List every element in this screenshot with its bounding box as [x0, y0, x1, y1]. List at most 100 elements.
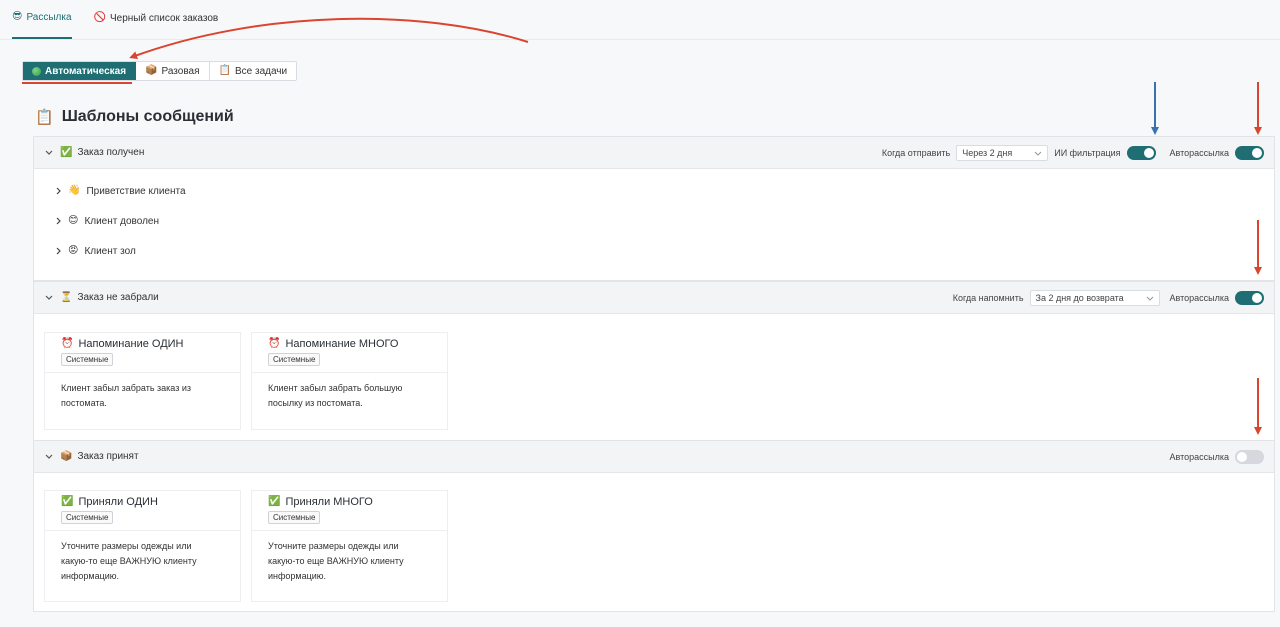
when-label: Когда отправить — [881, 148, 951, 158]
angry-face-icon: 😡 — [68, 245, 79, 256]
section-title-text: Заказ получен — [77, 147, 145, 158]
chevron-right-icon — [56, 247, 61, 255]
card-body-line: посылку из постомата. — [268, 398, 363, 408]
autosend-toggle[interactable] — [1235, 450, 1264, 464]
page-title-text: Шаблоны сообщений — [61, 108, 234, 125]
card-title: ⏰ Напоминание ОДИН — [45, 333, 240, 351]
autosend-toggle[interactable] — [1235, 291, 1264, 305]
card-title: ✅ Приняли МНОГО — [252, 491, 447, 509]
card-body-line: постомата. — [61, 398, 107, 408]
section-header[interactable]: ⏳ Заказ не забрали Когда напомнить За 2 … — [34, 282, 1274, 314]
clipboard-icon: 📋 — [218, 65, 231, 76]
section-controls: Когда отправить Через 2 дня ИИ фильтраци… — [882, 137, 1264, 169]
subitem-label: Клиент зол — [84, 245, 136, 257]
subitem-angry[interactable]: 😡 Клиент зол — [34, 236, 1274, 266]
chevron-down-icon[interactable] — [44, 293, 54, 303]
autosend-label: Авторассылка — [1169, 452, 1229, 462]
alarm-clock-icon: ⏰ — [61, 337, 74, 349]
tab-mailing[interactable]: 😎 Рассылка — [12, 0, 72, 39]
section-controls: Авторассылка — [1170, 441, 1264, 473]
subitem-label: Клиент доволен — [84, 215, 159, 227]
mode-segmented-control: Автоматическая 📦 Разовая 📋 Все задачи — [22, 61, 298, 81]
card-title-text: Приняли ОДИН — [78, 495, 158, 508]
tab-label: Рассылка — [26, 11, 72, 23]
chevron-down-icon — [1034, 151, 1042, 156]
active-segment-underline — [22, 82, 132, 84]
section-controls: Когда напомнить За 2 дня до возврата Авт… — [953, 282, 1264, 314]
card-title: ✅ Приняли ОДИН — [45, 491, 240, 509]
autosend-label: Авторассылка — [1169, 148, 1229, 158]
page-title: 📋 Шаблоны сообщений — [35, 108, 234, 126]
chevron-down-icon — [1146, 296, 1153, 301]
card-title-text: Напоминание МНОГО — [285, 337, 399, 350]
package-icon: 📦 — [60, 450, 73, 462]
send-delay-select[interactable]: Через 2 дня — [956, 145, 1049, 161]
system-badge: Системные — [268, 353, 321, 366]
subitem-greeting[interactable]: 👋 Приветствие клиента — [34, 176, 1274, 206]
chevron-right-icon — [56, 187, 61, 195]
top-tab-bar: 😎 Рассылка 🚫 Черный список заказов — [0, 0, 1280, 40]
ai-filter-toggle[interactable] — [1126, 146, 1156, 160]
section-order-received: ✅ Заказ получен Когда отправить Через 2 … — [33, 136, 1275, 281]
remind-delay-select[interactable]: За 2 дня до возврата — [1029, 290, 1160, 306]
card-body: Клиент забыл забрать большую посылку из … — [252, 373, 447, 411]
template-card-reminder-many[interactable]: ⏰ Напоминание МНОГО Системные Клиент заб… — [251, 332, 448, 430]
when-label: Когда напомнить — [952, 293, 1024, 303]
chevron-right-icon — [56, 217, 61, 225]
select-value: За 2 дня до возврата — [1035, 293, 1124, 303]
autosend-label: Авторассылка — [1169, 293, 1229, 303]
card-body: Клиент забыл забрать заказ из постомата. — [45, 373, 240, 411]
template-card-reminder-one[interactable]: ⏰ Напоминание ОДИН Системные Клиент забы… — [44, 332, 241, 430]
card-body-line: какую-то еще ВАЖНУЮ клиенту — [268, 556, 404, 566]
clipboard-icon: 📋 — [35, 107, 54, 126]
segment-label: Все задачи — [234, 65, 288, 77]
system-badge: Системные — [61, 511, 114, 524]
card-body-line: Клиент забыл забрать заказ из — [61, 383, 191, 393]
globe-icon — [32, 66, 41, 76]
segment-automatic[interactable]: Автоматическая — [23, 62, 137, 80]
card-title: ⏰ Напоминание МНОГО — [252, 333, 447, 351]
package-icon: 📦 — [145, 65, 158, 76]
prohibited-icon: 🚫 — [93, 12, 106, 23]
waving-hand-icon: 👋 — [68, 185, 81, 196]
check-box-icon: ✅ — [60, 146, 73, 158]
template-card-accepted-one[interactable]: ✅ Приняли ОДИН Системные Уточните размер… — [44, 490, 241, 602]
card-body: Уточните размеры одежды или какую-то еще… — [252, 531, 447, 584]
autosend-toggle[interactable] — [1235, 146, 1264, 160]
tab-order-blacklist[interactable]: 🚫 Черный список заказов — [94, 0, 219, 39]
card-body-line: какую-то еще ВАЖНУЮ клиенту — [61, 556, 197, 566]
card-body-line: информацию. — [268, 571, 327, 581]
section-title: ⏳ Заказ не забрали — [60, 292, 159, 303]
card-body-line: Клиент забыл забрать большую — [268, 383, 403, 393]
card-body-line: Уточните размеры одежды или — [268, 541, 399, 551]
section-header[interactable]: ✅ Заказ получен Когда отправить Через 2 … — [34, 137, 1274, 169]
card-body: Уточните размеры одежды или какую-то еще… — [45, 531, 240, 584]
check-box-icon: ✅ — [61, 495, 74, 507]
subitem-satisfied[interactable]: 😊 Клиент доволен — [34, 206, 1274, 236]
sunglasses-icon: 😎 — [12, 11, 23, 22]
hourglass-icon: ⏳ — [60, 291, 73, 303]
chevron-down-icon[interactable] — [44, 452, 54, 462]
section-title-text: Заказ не забрали — [77, 292, 159, 303]
card-title-text: Приняли МНОГО — [285, 495, 373, 508]
template-card-accepted-many[interactable]: ✅ Приняли МНОГО Системные Уточните разме… — [251, 490, 448, 602]
card-body-line: Уточните размеры одежды или — [61, 541, 192, 551]
card-title-text: Напоминание ОДИН — [78, 337, 184, 350]
system-badge: Системные — [61, 353, 114, 366]
subitem-label: Приветствие клиента — [86, 185, 186, 197]
select-value: Через 2 дня — [962, 148, 1013, 158]
tab-label: Черный список заказов — [109, 12, 219, 24]
system-badge: Системные — [268, 511, 321, 524]
check-box-icon: ✅ — [268, 495, 281, 507]
segment-label: Автоматическая — [45, 65, 127, 77]
section-title: ✅ Заказ получен — [60, 147, 144, 158]
smiling-face-icon: 😊 — [68, 215, 79, 226]
card-body-line: информацию. — [61, 571, 120, 581]
alarm-clock-icon: ⏰ — [268, 337, 281, 349]
segment-one-time[interactable]: 📦 Разовая — [136, 62, 210, 80]
chevron-down-icon[interactable] — [44, 148, 54, 158]
section-title-text: Заказ принят — [77, 451, 139, 462]
segment-all-tasks[interactable]: 📋 Все задачи — [210, 62, 297, 80]
segment-label: Разовая — [161, 65, 200, 77]
section-header[interactable]: 📦 Заказ принят Авторассылка — [34, 441, 1274, 473]
